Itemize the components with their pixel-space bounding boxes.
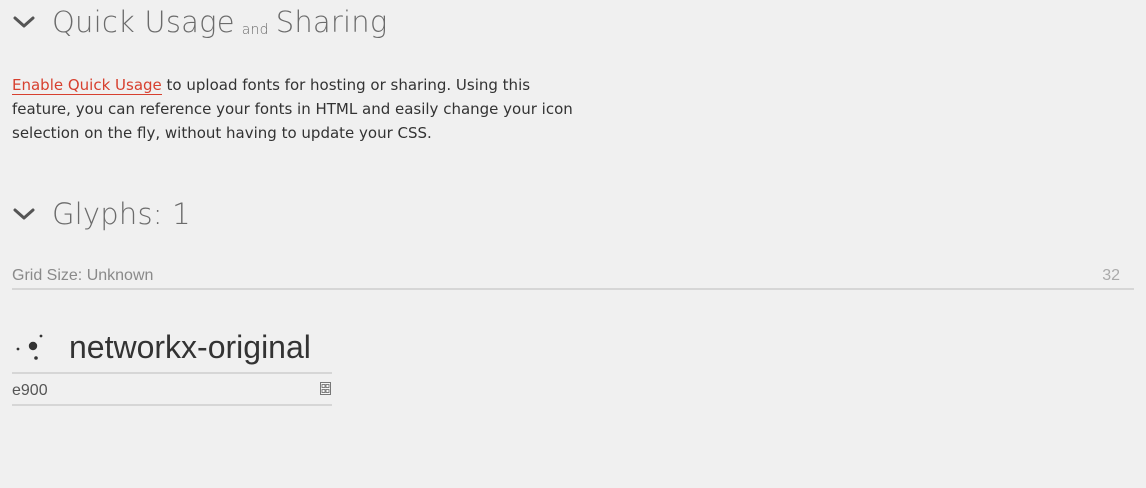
grid-size-row: Grid Size: Unknown — [12, 266, 1134, 290]
glyph-item — [12, 322, 339, 406]
page: Quick Usage and Sharing Enable Quick Usage… — [0, 0, 1146, 488]
glyphs-section-header[interactable]: Glyphs: 1 — [12, 196, 191, 232]
glyph-code-input[interactable] — [12, 382, 212, 400]
enable-quick-usage-link[interactable]: Enable Quick Usage — [12, 76, 162, 95]
quick-usage-title-part2: Sharing — [275, 5, 388, 39]
quick-usage-section-header[interactable]: Quick Usage and Sharing — [12, 4, 387, 40]
networkx-icon[interactable] — [13, 330, 47, 364]
glyphs-title: Glyphs: 1 — [52, 197, 191, 231]
chevron-down-icon[interactable] — [12, 14, 36, 30]
glyph-name-input[interactable] — [69, 328, 339, 366]
quick-usage-title: Quick Usage and Sharing — [52, 5, 387, 39]
glyph-item-footer — [12, 374, 332, 406]
glyph-item-header — [12, 322, 339, 374]
grid-size-label: Grid Size: Unknown — [12, 267, 154, 284]
quick-usage-description: Enable Quick Usage to upload fonts for h… — [12, 73, 577, 145]
chevron-down-icon[interactable] — [12, 206, 36, 222]
quick-usage-title-part1: Quick Usage — [52, 5, 235, 39]
hex-code-icon[interactable] — [320, 382, 331, 395]
grid-size-input[interactable] — [1080, 267, 1120, 285]
quick-usage-title-join: and — [241, 22, 269, 38]
